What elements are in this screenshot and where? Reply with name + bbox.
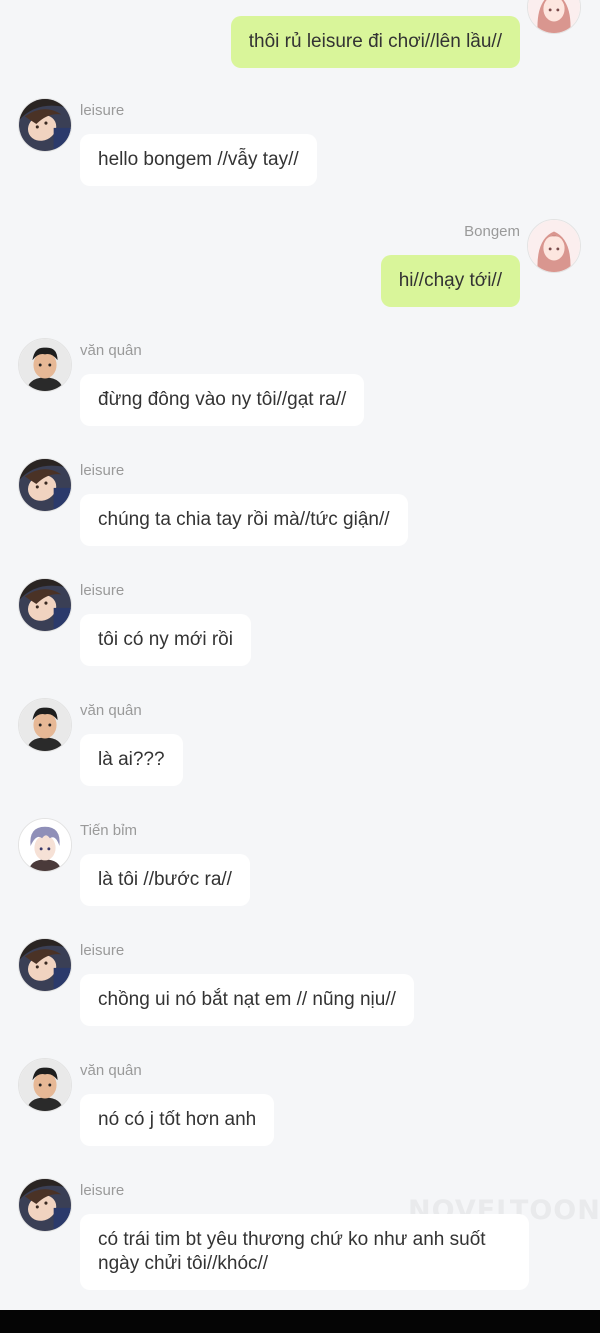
message-bubble: tôi có ny mới rồi: [80, 614, 251, 666]
sender-name: leisure: [80, 102, 125, 119]
leisure-avatar-icon[interactable]: [18, 578, 72, 632]
leisure-avatar-icon[interactable]: [18, 98, 72, 152]
leisure-avatar-icon[interactable]: [18, 458, 72, 512]
girl-avatar-icon[interactable]: [527, 0, 581, 34]
sender-name: leisure: [80, 1182, 125, 1199]
sender-name: Bongem: [464, 223, 520, 240]
man-avatar-icon[interactable]: [18, 338, 72, 392]
leisure-avatar-icon[interactable]: [18, 938, 72, 992]
message-bubble: đừng đông vào ny tôi//gạt ra//: [80, 374, 365, 426]
message-bubble: thôi rủ leisure đi chơi//lên lầu//: [230, 16, 520, 68]
message-bubble: là ai???: [80, 734, 183, 786]
leisure-avatar-icon[interactable]: [18, 1178, 72, 1232]
message-bubble: là tôi //bước ra//: [80, 854, 250, 906]
man-avatar-icon[interactable]: [18, 1058, 72, 1112]
sender-name: văn quân: [80, 1062, 142, 1079]
sender-name: leisure: [80, 462, 125, 479]
sender-name: văn quân: [80, 342, 142, 359]
message-bubble: hello bongem //vẫy tay//: [80, 134, 317, 186]
man-avatar-icon[interactable]: [18, 698, 72, 752]
sender-name: leisure: [80, 942, 125, 959]
message-bubble: nó có j tốt hơn anh: [80, 1094, 275, 1146]
bottom-bar: [0, 1310, 600, 1333]
girl-avatar-icon[interactable]: [527, 219, 581, 273]
sender-name: leisure: [80, 582, 125, 599]
sender-name: Tiến bỉm: [80, 822, 137, 839]
message-bubble: hi//chạy tới//: [380, 255, 520, 307]
sender-name: văn quân: [80, 702, 142, 719]
message-bubble: chúng ta chia tay rồi mà//tức giận//: [80, 494, 408, 546]
message-bubble: có trái tim bt yêu thương chứ ko như anh…: [80, 1214, 529, 1290]
message-bubble: chồng ui nó bắt nạt em // nũng nịu//: [80, 974, 414, 1026]
boy-avatar-icon[interactable]: [18, 818, 72, 872]
